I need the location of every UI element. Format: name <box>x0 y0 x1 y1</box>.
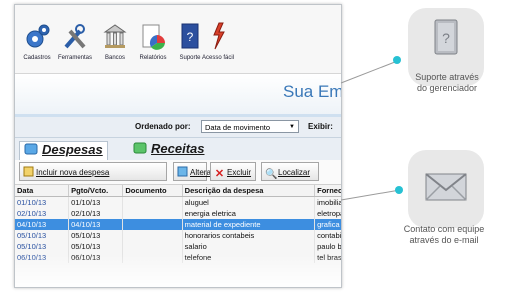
svg-text:?: ? <box>442 30 450 46</box>
callout-dot <box>395 186 403 194</box>
email-caption: Contato com equipe através do e-mail <box>386 224 502 246</box>
connector-line-email <box>340 189 401 201</box>
caption-line: através do e-mail <box>409 235 479 245</box>
caption-line: do gerenciador <box>416 83 478 93</box>
envelope-icon <box>425 173 467 201</box>
support-book-icon: ? <box>434 19 458 55</box>
caption-line: Suporte através <box>415 72 479 82</box>
connector-line-support <box>340 59 401 84</box>
callout-dot <box>393 56 401 64</box>
caption-line: Contato com equipe <box>403 224 485 234</box>
support-caption: Suporte através do gerenciador <box>396 72 498 94</box>
